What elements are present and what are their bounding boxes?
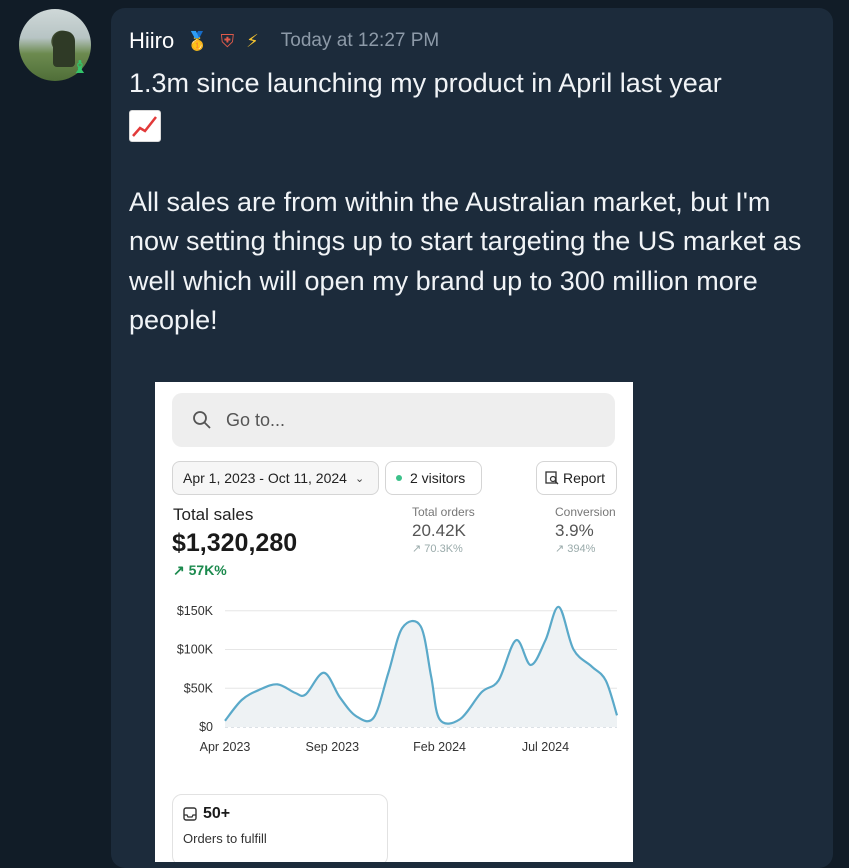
y-tick-label: $150K	[177, 604, 214, 618]
conversion-label: Conversion	[555, 505, 616, 519]
total-sales-value: $1,320,280	[172, 529, 298, 557]
message-paragraph-2: All sales are from within the Australian…	[129, 186, 802, 336]
visitors-indicator: 2 visitors	[385, 461, 482, 495]
lightning-icon: ⚡	[246, 30, 259, 52]
message-line-1: 1.3m since launching my product in April…	[129, 68, 722, 98]
search-icon	[193, 411, 211, 429]
x-tick-label: Jul 2024	[522, 740, 569, 754]
search-placeholder: Go to...	[226, 409, 286, 430]
message-body: 1.3m since launching my product in April…	[129, 64, 809, 341]
report-button: Report	[536, 461, 617, 495]
x-tick-label: Feb 2024	[413, 740, 466, 754]
date-range-button: Apr 1, 2023 - Oct 11, 2024 ⌄	[172, 461, 379, 495]
timestamp: Today at 12:27 PM	[280, 30, 440, 51]
medal-icon: 🥇	[186, 30, 209, 52]
visitors-label: 2 visitors	[410, 470, 466, 486]
report-label: Report	[563, 470, 606, 486]
shield-icon: ⛨	[220, 30, 235, 52]
total-sales-label: Total sales	[173, 505, 254, 524]
chess-piece-icon: ♝	[71, 57, 89, 78]
conversion-change: ↗ 394%	[555, 543, 596, 555]
x-tick-label: Sep 2023	[306, 740, 360, 754]
total-sales-change: ↗ 57K%	[173, 562, 227, 578]
orders-to-fulfill-label: Orders to fulfill	[183, 831, 267, 846]
y-tick-label: $50K	[184, 681, 214, 695]
orders-to-fulfill-count: 50+	[183, 805, 230, 823]
message-header: Hiiro 🥇 ⛨ ⚡ Today at 12:27 PM	[129, 24, 439, 58]
inbox-icon	[183, 807, 197, 821]
sales-chart: $0 $50K $100K $150K Apr 2023 Sep 2023 Feb 2024…	[177, 604, 619, 754]
total-orders-change: ↗ 70.3K%	[412, 543, 463, 555]
conversion-value: 3.9%	[555, 521, 594, 540]
total-orders-value: 20.42K	[412, 521, 466, 540]
fulfill-count-value: 50+	[203, 805, 231, 822]
embedded-dashboard-screenshot[interactable]: Go to... Apr 1, 2023 - Oct 11, 2024 ⌄ 2 …	[155, 382, 633, 862]
chevron-down-icon: ⌄	[354, 472, 365, 485]
username[interactable]: Hiiro	[129, 28, 174, 54]
orders-to-fulfill-card: 50+ Orders to fulfill	[172, 794, 388, 862]
total-sales-change-value: 57K%	[188, 562, 227, 578]
y-tick-label: $0	[199, 720, 213, 734]
total-orders-metric: Total orders 20.42K ↗ 70.3K%	[412, 505, 475, 555]
x-tick-label: Apr 2023	[200, 740, 251, 754]
total-orders-change-value: 70.3K%	[424, 543, 463, 555]
search-bar: Go to...	[172, 393, 615, 447]
total-orders-label: Total orders	[412, 505, 475, 519]
conversion-metric: Conversion 3.9% ↗ 394%	[555, 505, 616, 555]
date-range-label: Apr 1, 2023 - Oct 11, 2024	[183, 470, 347, 486]
report-icon	[545, 471, 559, 485]
chart-increasing-icon	[129, 110, 161, 143]
y-tick-label: $100K	[177, 643, 214, 657]
live-dot-icon	[396, 475, 402, 481]
conversion-change-value: 394%	[567, 543, 596, 555]
